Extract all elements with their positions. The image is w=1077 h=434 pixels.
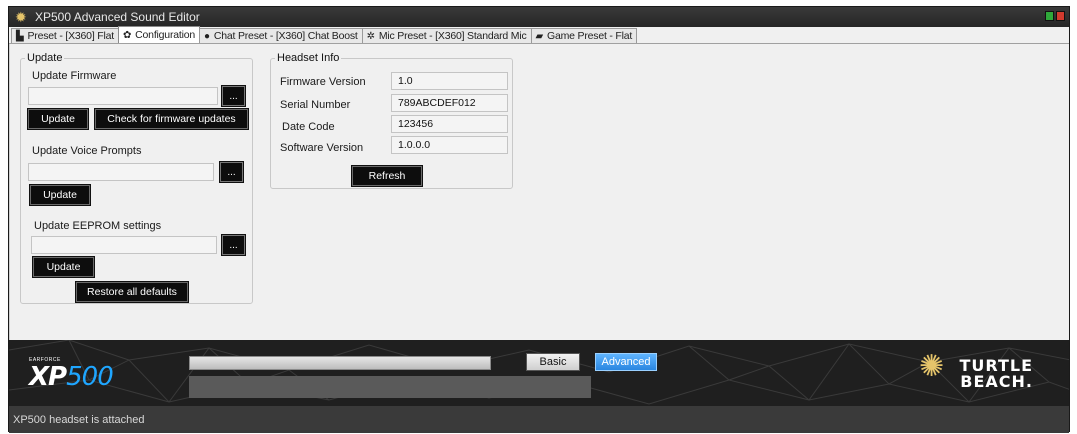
check-firmware-updates-button[interactable]: Check for firmware updates [94,108,249,130]
xp500-logo: XP500 [29,362,114,392]
date-code-label: Date Code [282,121,335,133]
serial-number-label: Serial Number [280,99,351,111]
status-bar: XP500 headset is attached [9,406,1069,433]
software-version-label: Software Version [280,142,364,154]
progress-status-panel [189,376,591,398]
brand-banner: EARFORCE XP500 Basic Advanced ✺ TURTLE BE… [9,340,1069,406]
turtle-beach-logo: ✺ TURTLE BEACH. [919,350,1039,398]
tab-label: Game Preset - Flat [547,30,633,42]
tab-chat-preset[interactable]: ● Chat Preset - [X360] Chat Boost [199,28,363,43]
eeprom-path-field[interactable] [31,236,217,254]
firmware-version-field: 1.0 [391,72,508,90]
tab-game-preset[interactable]: ▰ Game Preset - Flat [530,28,638,43]
update-voice-prompts-label: Update Voice Prompts [32,145,142,157]
eeprom-update-button[interactable]: Update [32,256,95,278]
refresh-button[interactable]: Refresh [351,165,423,187]
update-eeprom-label: Update EEPROM settings [34,220,162,232]
basic-mode-button[interactable]: Basic [526,353,580,371]
progress-bar [189,356,491,370]
software-version-field: 1.0.0.0 [391,136,508,154]
firmware-browse-button[interactable]: ... [221,85,246,107]
window-title: XP500 Advanced Sound Editor [35,10,200,24]
tab-label: Chat Preset - [X360] Chat Boost [213,30,358,42]
brand-line-2: BEACH. [960,372,1033,391]
xp500-logo-letters: XP [29,362,67,392]
minimize-button[interactable] [1045,11,1054,21]
tab-preset-flat[interactable]: ▙ Preset - [X360] Flat [11,28,119,43]
tab-label: Mic Preset - [X360] Standard Mic [378,30,527,42]
eeprom-browse-button[interactable]: ... [221,234,246,256]
equalizer-icon: ▙ [16,30,24,42]
voice-prompts-browse-button[interactable]: ... [219,161,244,183]
window-controls [1045,11,1065,21]
chat-head-icon: ● [204,30,210,42]
update-legend: Update [27,52,63,64]
turtle-beach-star-icon [15,10,29,24]
restore-defaults-button[interactable]: Restore all defaults [75,281,189,303]
tab-label: Preset - [X360] Flat [27,30,115,42]
firmware-update-button[interactable]: Update [27,108,89,130]
update-firmware-label: Update Firmware [32,70,117,82]
firmware-version-label: Firmware Version [280,76,366,88]
headset-info-legend: Headset Info [277,52,340,64]
game-controller-icon: ▰ [535,30,544,42]
app-window: XP500 Advanced Sound Editor ▙ Preset - [… [8,6,1070,433]
close-button[interactable] [1056,11,1065,21]
advanced-mode-button[interactable]: Advanced [595,353,657,371]
serial-number-field: 789ABCDEF012 [391,94,508,112]
voice-prompts-path-field[interactable] [28,163,214,181]
tab-strip: ▙ Preset - [X360] Flat ✿ Configuration ●… [9,26,1069,44]
status-text: XP500 headset is attached [13,413,145,426]
configuration-panel: Update Update Firmware ... Update Check … [9,44,1069,340]
tab-label: Configuration [135,29,196,41]
firmware-path-field[interactable] [28,87,218,105]
tab-mic-preset[interactable]: ✲ Mic Preset - [X360] Standard Mic [361,28,532,43]
date-code-field: 123456 [391,115,508,133]
gear-icon: ✿ [122,29,132,41]
xp500-logo-number: 500 [66,362,114,392]
palm-tree-icon: ✺ [919,350,945,383]
mic-settings-icon: ✲ [366,30,375,42]
tab-configuration[interactable]: ✿ Configuration [117,26,201,43]
voice-prompts-update-button[interactable]: Update [29,184,91,206]
turtle-beach-wordmark: TURTLE BEACH. [949,358,1033,390]
title-bar[interactable]: XP500 Advanced Sound Editor [9,7,1069,27]
